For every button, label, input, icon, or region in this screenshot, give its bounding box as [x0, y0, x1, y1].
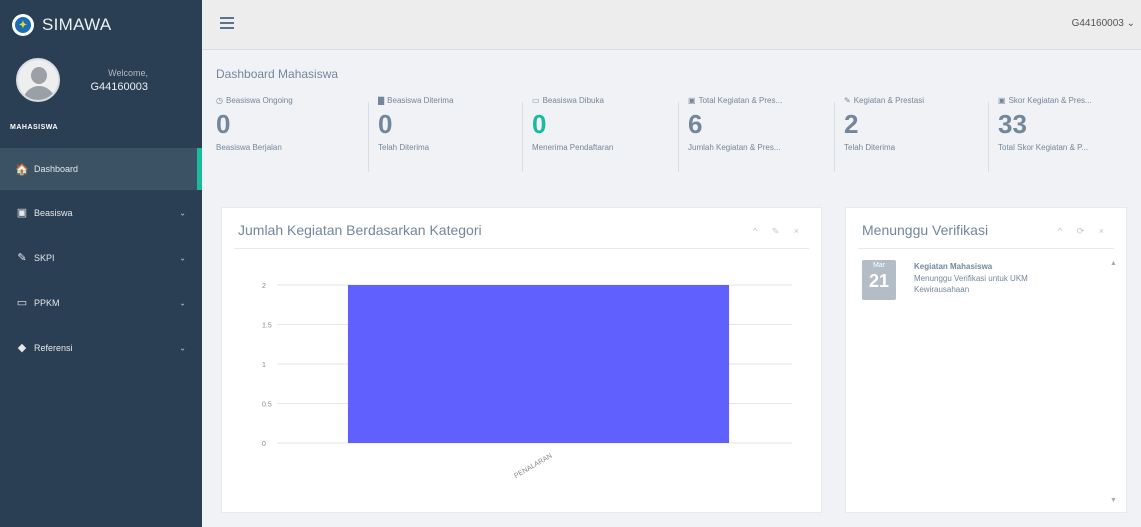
edit-icon: ✎ [17, 252, 27, 264]
y-tick-label: 1 [262, 362, 266, 369]
verification-panel: Menunggu Verifikasi ^ ⟳ × Mar 21 Kegiata… [845, 207, 1127, 513]
sidebar-item-dashboard[interactable]: 🏠 Dashboard [0, 148, 202, 190]
profile-role: MAHASISWA [10, 124, 59, 131]
y-tick-label: 2 [262, 283, 266, 290]
avatar [16, 58, 60, 102]
user-dropdown[interactable]: G44160003 ⌄ [1072, 18, 1135, 29]
main-content: Dashboard Mahasiswa ◷ Beasiswa Ongoing 0 Be… [202, 50, 1141, 527]
profile-username: G44160003 [90, 81, 149, 93]
y-tick-label: 0 [262, 441, 266, 448]
sidebar-item-skpi[interactable]: ✎ SKPI ⌄ [0, 235, 202, 280]
sidebar-item-ppkm[interactable]: ▭ PPKM ⌄ [0, 280, 202, 325]
bar-chart: 0 0.5 1 1.5 2 PENALARAN [262, 283, 792, 480]
chevron-down-icon: ⌄ [179, 298, 186, 307]
stat-tile-label: ▣ Skor Kegiatan & Pres... [998, 96, 1092, 105]
bar[interactable] [347, 285, 730, 443]
stat-tile-sub: Total Skor Kegiatan & P... [998, 143, 1089, 152]
verification-panel-tools[interactable]: ^ ⟳ × [1058, 226, 1110, 237]
stat-tile-count: 33 [998, 109, 1027, 139]
stat-icon: ▣ [688, 96, 696, 105]
sidebar-item-referensi[interactable]: ◆ Referensi ⌄ [0, 325, 202, 370]
stat-icon: ▇ [378, 96, 385, 105]
stat-tile-sub: Telah Diterima [844, 143, 896, 152]
sidebar-item-beasiswa[interactable]: ▣ Beasiswa ⌄ [0, 190, 202, 235]
stat-icon: ▣ [998, 96, 1006, 105]
sidebar-item-label: Beasiswa [34, 207, 73, 218]
stat-icon: ◷ [216, 96, 223, 105]
sidebar-item-label: Dashboard [34, 164, 79, 174]
stat-tile-label: ▭ Beasiswa Dibuka [532, 96, 604, 105]
tag-icon: ◆ [17, 342, 27, 354]
chevron-down-icon: ⌄ [179, 343, 186, 352]
stat-tile-label: ◷ Beasiswa Ongoing [216, 96, 293, 105]
chevron-down-icon: ⌄ [179, 253, 186, 262]
stat-tile-sub: Menerima Pendaftaran [532, 143, 614, 152]
stat-tile-label: ▇ Beasiswa Diterima [378, 96, 454, 105]
scroll-down-icon[interactable]: ▼ [1110, 497, 1117, 504]
home-icon: 🏠 [15, 163, 29, 176]
brand-name: SIMAWA [42, 15, 112, 34]
sidebar-nav: 🏠 Dashboard ▣ Beasiswa ⌄ ✎ SKPI ⌄ ▭ PPKM ⌄ ◆ Referen… [0, 148, 202, 370]
welcome-text: Welcome, [108, 68, 148, 78]
topbar: G44160003 ⌄ [202, 0, 1141, 50]
sidebar-item-label: PPKM [34, 297, 60, 308]
stat-tile-count: 2 [844, 109, 859, 139]
stat-tile-sub: Telah Diterima [378, 143, 430, 152]
stat-tile-label: ✎ Kegiatan & Prestasi [844, 96, 924, 105]
stat-tile-sub: Jumlah Kegiatan & Pres... [688, 143, 781, 152]
stat-tile-count: 0 [532, 109, 547, 139]
event-description: Menunggu Verifikasi untuk UKM Kewirausah… [914, 274, 1028, 294]
stat-tile-count: 0 [378, 109, 393, 139]
x-tick-label: PENALARAN [513, 453, 553, 480]
y-tick-label: 1.5 [262, 323, 272, 330]
sidebar-item-label: SKPI [34, 252, 55, 263]
stat-icon: ▭ [532, 96, 540, 105]
monitor-icon: ▭ [16, 297, 28, 309]
event-date: Mar 21 [862, 260, 896, 300]
money-icon: ▣ [16, 207, 28, 219]
verification-panel-title: Menunggu Verifikasi [862, 222, 989, 238]
event-day: 21 [868, 271, 890, 291]
chevron-down-icon: ⌄ [179, 208, 186, 217]
stat-tile-sub: Beasiswa Berjalan [216, 143, 282, 152]
stat-tile-count: 6 [688, 109, 703, 139]
profile: Welcome, G44160003 MAHASISWA [0, 50, 202, 142]
scrollbar[interactable]: ▲ ▼ [1110, 260, 1118, 504]
menu-toggle-icon[interactable] [220, 17, 234, 29]
event-month: Mar [872, 262, 886, 269]
scroll-up-icon[interactable]: ▲ [1110, 260, 1117, 267]
page-title: Dashboard Mahasiswa [216, 67, 339, 81]
y-tick-label: 0.5 [262, 402, 272, 409]
brand[interactable]: ✦ SIMAWA [0, 0, 202, 50]
sidebar: ✦ SIMAWA Welcome, G44160003 MAHASISWA 🏠 D… [0, 0, 202, 527]
stat-icon: ✎ [844, 96, 851, 105]
stat-tile-label: ▣ Total Kegiatan & Pres... [688, 96, 783, 105]
sidebar-item-label: Referensi [34, 342, 73, 353]
university-logo-icon: ✦ [12, 14, 34, 36]
chart-panel: Jumlah Kegiatan Berdasarkan Kategori ^ ✎… [221, 207, 822, 513]
stat-tile-count: 0 [216, 109, 231, 139]
event-title[interactable]: Kegiatan Mahasiswa [914, 262, 992, 271]
